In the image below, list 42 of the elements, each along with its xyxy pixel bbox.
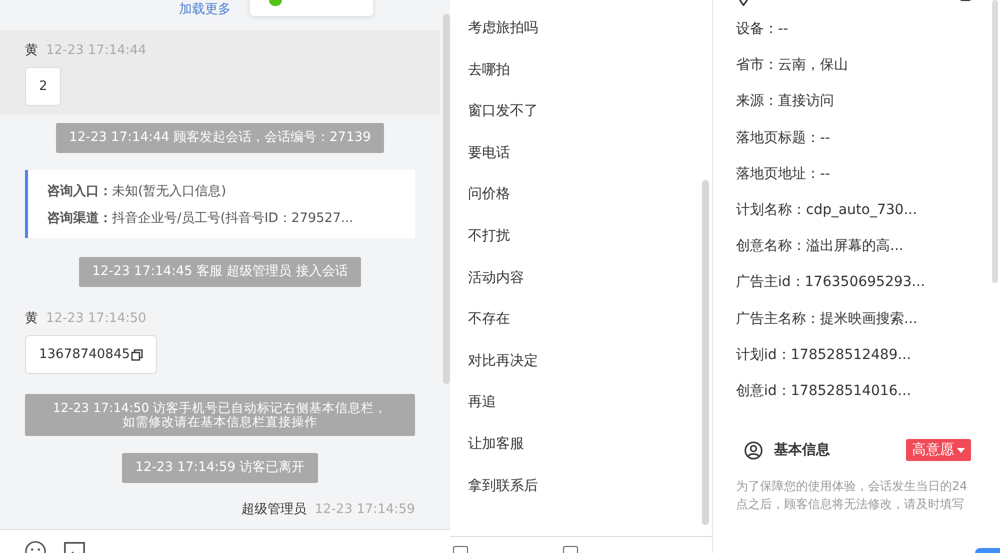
message-time: 12-23 17:14:59 [314, 502, 415, 517]
info-field: 创意名称：溢出屏幕的高... [736, 235, 904, 272]
info-field: 广告主名称：提米映画搜索... [736, 308, 918, 344]
info-field: 广告主id：176350695293... [736, 271, 926, 308]
quick-reply-item[interactable]: 问价格 [450, 183, 510, 225]
section-title: 基本信息 [774, 441, 831, 460]
notice-text: 为了保障您的使用体验，会话发生当日的24点之后，顾客信息将无法修改，请及时填写 [736, 478, 968, 514]
system-notice: 12-23 17:14:45 客服 超级管理员 接入会话 [79, 257, 361, 287]
sender-name: 黄 [25, 310, 38, 327]
quick-reply-item[interactable]: 不存在 [450, 308, 510, 350]
sender-name: 超级管理员 [242, 501, 307, 518]
quick-reply-item[interactable]: 再追 [450, 391, 496, 433]
info-field: 设备：-- [736, 18, 788, 54]
info-field: 落地页标题：-- [736, 126, 830, 163]
info-field: 来源：直接访问 [736, 90, 834, 127]
card-text: 咨询渠道：抖音企业号/员工号(抖音号ID：279527... [47, 210, 354, 228]
load-more-link[interactable]: 加载更多 [179, 1, 231, 19]
system-notice: 12-23 17:14:44 顾客发起会话，会话编号：27139 [56, 123, 384, 153]
quick-reply-item[interactable]: 活动内容 [450, 266, 524, 308]
notice-line: 12-23 17:14:50 访客手机号已自动标记右侧基本信息栏， [52, 401, 388, 415]
info-field: 计划id：178528512489... [736, 344, 912, 380]
info-field: 创意id：178528514016... [736, 380, 912, 416]
message-time: 12-23 17:14:50 [46, 311, 146, 326]
intent-dropdown[interactable]: 高意愿 [906, 439, 971, 462]
quick-reply-item[interactable]: 窗口发不了 [450, 100, 538, 142]
message-time: 12-23 17:14:44 [46, 43, 146, 58]
notice-line: 如需修改请在基本信息栏直接操作 [122, 415, 318, 429]
sender-name: 黄 [25, 42, 38, 59]
system-notice: 12-23 17:14:59 访客已离开 [122, 453, 318, 483]
quick-reply-item[interactable]: 要电话 [450, 142, 510, 184]
quick-reply-item[interactable]: 不打扰 [450, 224, 510, 267]
info-field: 计划名称：cdp_auto_730... [736, 198, 918, 236]
message-bubble: 2 [25, 67, 62, 106]
info-field: 落地页地址：-- [736, 162, 830, 199]
quick-reply-item[interactable]: 对比再决定 [450, 350, 538, 392]
card-text: 咨询入口：未知(暂无入口信息) [47, 182, 228, 201]
info-field: 省市：云南，保山 [736, 54, 848, 90]
quick-reply-item[interactable]: 让加客服 [450, 432, 524, 475]
quick-reply-item[interactable]: 去哪拍 [450, 58, 510, 100]
quick-reply-item[interactable]: 拿到联系后 [450, 474, 538, 516]
quick-reply-item[interactable]: 考虑旅拍吗 [450, 17, 538, 59]
message-bubble: 13678740845 [25, 335, 157, 374]
